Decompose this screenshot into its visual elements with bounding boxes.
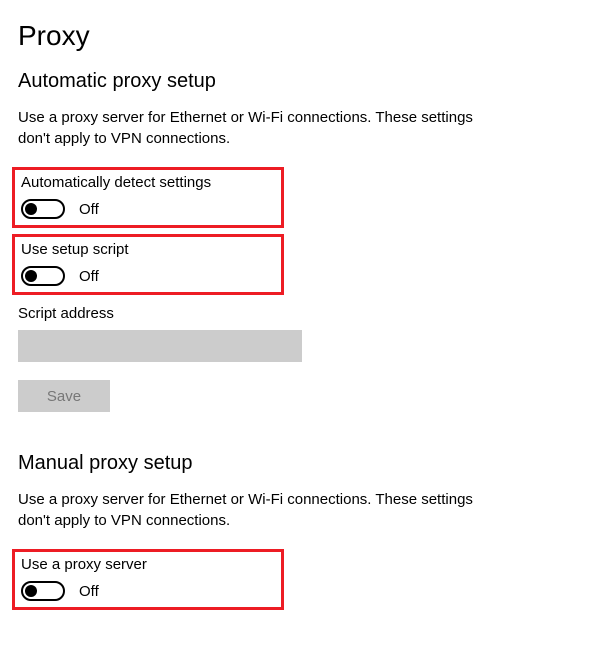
highlight-use-script: Use setup script Off	[12, 234, 284, 295]
toggle-knob-icon	[25, 585, 37, 597]
automatic-proxy-heading: Automatic proxy setup	[18, 70, 589, 93]
use-script-state: Off	[79, 268, 99, 285]
auto-detect-state: Off	[79, 201, 99, 218]
highlight-auto-detect: Automatically detect settings Off	[12, 167, 284, 228]
save-button[interactable]: Save	[18, 380, 110, 412]
automatic-proxy-description: Use a proxy server for Ethernet or Wi-Fi…	[18, 107, 478, 149]
page-title: Proxy	[18, 20, 589, 52]
auto-detect-toggle[interactable]	[21, 199, 65, 219]
use-proxy-label: Use a proxy server	[21, 556, 275, 573]
use-proxy-toggle[interactable]	[21, 581, 65, 601]
use-proxy-state: Off	[79, 583, 99, 600]
manual-proxy-heading: Manual proxy setup	[18, 452, 589, 475]
script-address-label: Script address	[18, 305, 589, 322]
use-script-label: Use setup script	[21, 241, 275, 258]
use-script-toggle[interactable]	[21, 266, 65, 286]
script-address-input[interactable]	[18, 330, 302, 362]
toggle-knob-icon	[25, 203, 37, 215]
toggle-knob-icon	[25, 270, 37, 282]
highlight-use-proxy: Use a proxy server Off	[12, 549, 284, 610]
manual-proxy-description: Use a proxy server for Ethernet or Wi-Fi…	[18, 489, 478, 531]
auto-detect-label: Automatically detect settings	[21, 174, 275, 191]
